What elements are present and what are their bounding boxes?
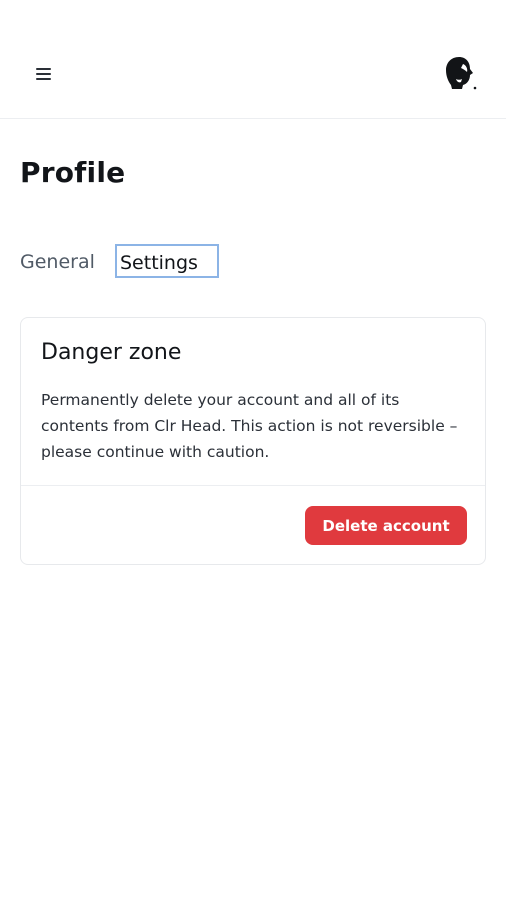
danger-zone-title: Danger zone: [41, 340, 182, 365]
delete-account-button[interactable]: Delete account: [305, 506, 467, 545]
danger-zone-card: Danger zone Permanently delete your acco…: [20, 317, 486, 565]
card-divider: [21, 485, 485, 486]
top-app-bar: [0, 0, 506, 119]
page-title: Profile: [20, 156, 126, 189]
danger-zone-description: Permanently delete your account and all …: [41, 391, 458, 461]
user-avatar-icon: [446, 57, 477, 90]
tab-settings[interactable]: Settings: [115, 244, 219, 278]
tab-general[interactable]: General: [20, 244, 95, 280]
avatar[interactable]: [442, 55, 478, 91]
hamburger-menu-icon[interactable]: [34, 66, 54, 82]
